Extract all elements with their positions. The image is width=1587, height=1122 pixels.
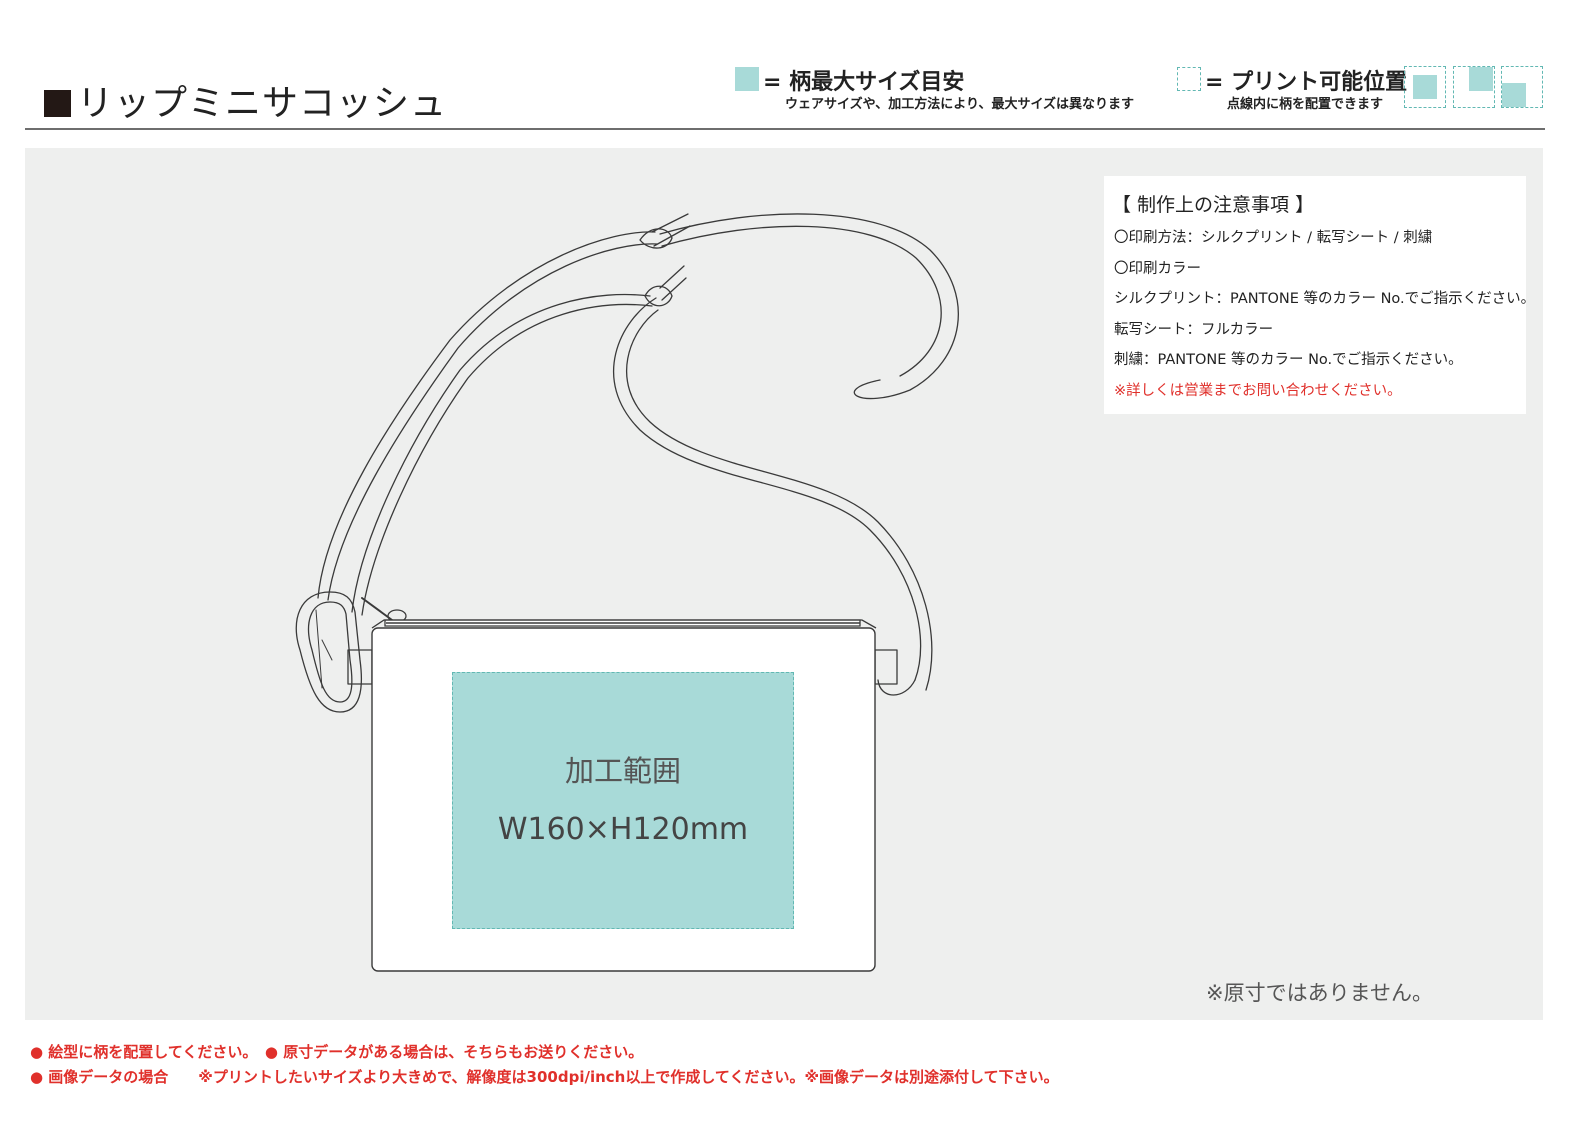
note-line: 〇印刷方法：シルクプリント / 転写シート / 刺繍 <box>1114 230 1433 246</box>
print-area-size: W160×H120mm <box>497 812 749 847</box>
note-line: 〇印刷カラー <box>1114 261 1201 277</box>
footer-instructions-1: ● 絵型に柄を配置してください。 ● 原寸データがある場合は、そちらもお送りくだ… <box>30 1043 644 1061</box>
print-area <box>452 672 794 929</box>
note-line: 転写シート：フルカラー <box>1114 322 1274 338</box>
note-line: 刺繍：PANTONE 等のカラー No.でご指示ください。 <box>1114 352 1463 368</box>
sacoche-illustration <box>295 213 959 972</box>
production-notes-title: 【 制作上の注意事項 】 <box>1112 194 1315 216</box>
print-area-label: 加工範囲 <box>564 754 681 788</box>
footer-instructions-2: ● 画像データの場合 ※プリントしたいサイズより大きめで、解像度は300dpi/… <box>30 1068 1059 1086</box>
scale-disclaimer: ※原寸ではありません。 <box>1206 981 1433 1005</box>
note-warning: ※詳しくは営業までお問い合わせください。 <box>1114 383 1402 399</box>
note-line: シルクプリント：PANTONE 等のカラー No.でご指示ください。 <box>1114 291 1536 307</box>
